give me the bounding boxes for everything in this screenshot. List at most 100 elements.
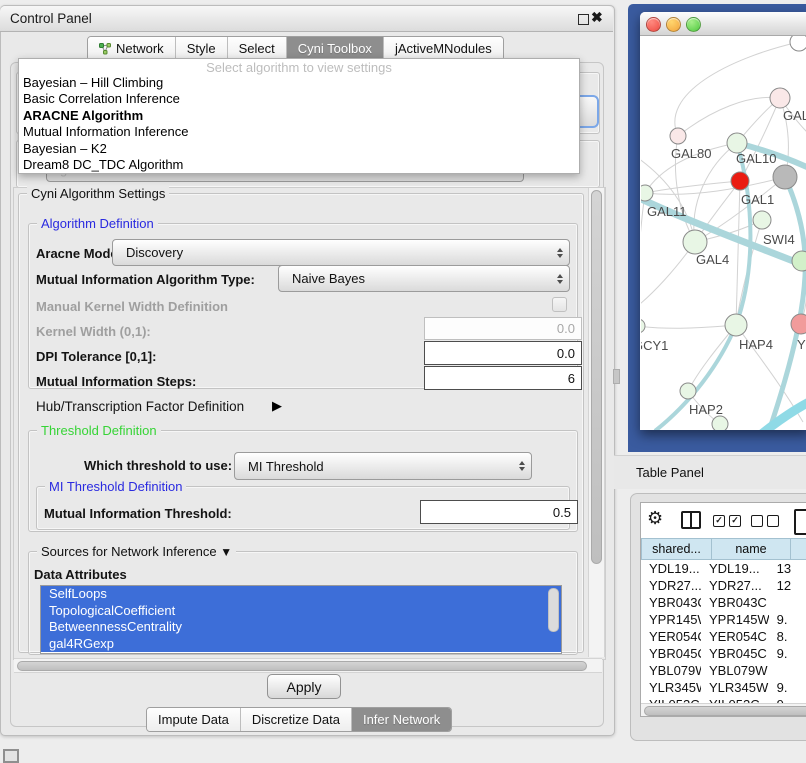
table-horizontal-scrollbar[interactable] [641,703,806,717]
manual-kernel-checkbox[interactable] [552,297,567,312]
deselect-all-icon[interactable] [751,515,763,527]
import-table-icon[interactable] [794,509,806,535]
node-label-y: Y [797,337,806,352]
columns-icon[interactable] [681,511,701,529]
algorithm-option-bayesian-hill-climbing[interactable]: Bayesian – Hill Climbing [19,75,579,91]
table-toolbar: ⚙ ✓ ✓ [641,503,806,537]
network-node[interactable] [712,416,728,430]
zoom-traffic-light[interactable] [686,17,701,32]
network-node-gal4[interactable] [683,230,707,254]
list-scrollbar[interactable] [548,588,559,632]
mi-type-label: Mutual Information Algorithm Type: [36,272,255,287]
node-label-gal: GAL [783,108,806,123]
manual-kernel-label: Manual Kernel Width Definition [36,299,228,314]
close-icon[interactable]: ✖ [591,9,603,26]
splitter-handle[interactable] [613,369,620,384]
node-label-gal80: GAL80 [671,146,711,161]
algorithm-option-basic-correlation-inference[interactable]: Basic Correlation Inference [19,91,579,107]
select-all-check-icon[interactable]: ✓ [713,515,725,527]
minimize-traffic-light[interactable] [666,17,681,32]
attribute-item-betweennesscentrality[interactable]: BetweennessCentrality [41,619,561,636]
network-node[interactable] [790,36,806,51]
node-label-gcy1: GCY1 [641,338,668,353]
network-node[interactable] [773,165,797,189]
network-node-swi4[interactable] [792,251,806,271]
tab-select[interactable]: Select [227,37,286,60]
node-label-gal10: GAL10 [736,151,776,166]
hub-definition-label: Hub/Transcription Factor Definition [36,399,244,414]
tab-cyni-toolbox[interactable]: Cyni Toolbox [286,37,383,60]
table-row[interactable]: YIL052CYIL052C9 [641,696,806,703]
network-node-hap4[interactable] [725,314,747,336]
network-node-hap2[interactable] [680,383,696,399]
algorithm-option-bayesian-k2[interactable]: Bayesian – K2 [19,141,579,157]
table-row[interactable]: YDR27...YDR27...12 [641,577,806,594]
column-header-name[interactable]: name [712,538,791,560]
algorithm-option-aracne-algorithm[interactable]: ARACNE Algorithm [19,108,579,124]
panel-grip-icon[interactable] [3,749,19,763]
network-node-gal10[interactable] [727,133,747,153]
network-titlebar[interactable] [640,12,806,36]
node-label-hap4: HAP4 [739,337,773,352]
network-node-gal80[interactable] [670,128,686,144]
float-panel-icon[interactable] [578,14,589,25]
tab-network[interactable]: Network [88,37,175,60]
dpi-tolerance-field[interactable]: 0.0 [424,341,582,365]
mi-type-combo[interactable]: Naive Bayes [278,265,570,292]
network-node[interactable] [731,172,749,190]
expand-right-icon[interactable]: ▶ [272,398,282,414]
kernel-width-label: Kernel Width (0,1): [36,324,151,339]
threshold-definition-title: Threshold Definition [37,423,161,438]
which-threshold-label: Which threshold to use: [84,458,232,473]
dropdown-prompt: Select algorithm to view settings [19,59,579,75]
table-row[interactable]: YBR043CYBR043C [641,594,806,611]
network-node-gal11[interactable] [641,185,653,201]
node-label-gal1: GAL1 [741,192,774,207]
attribute-item-gal4rgexp[interactable]: gal4RGexp [41,636,561,653]
network-node-gcy1[interactable] [641,319,645,333]
tab-discretize-data[interactable]: Discretize Data [240,708,351,731]
settings-vertical-scrollbar[interactable] [588,188,605,657]
algorithm-option-mutual-information-inference[interactable]: Mutual Information Inference [19,124,579,140]
attribute-item-topologicalcoefficient[interactable]: TopologicalCoefficient [41,603,561,620]
tab-impute-data[interactable]: Impute Data [147,708,240,731]
table-row[interactable]: YPR145WYPR145W9. [641,611,806,628]
table-row[interactable]: YDL19...YDL19...13 [641,560,806,577]
combo-arrows-icon [551,274,569,284]
column-header-shared[interactable]: shared... [641,538,712,560]
aracne-mode-combo[interactable]: Discovery [112,239,570,266]
table-row[interactable]: YBL079WYBL079W [641,662,806,679]
network-icon [99,43,111,55]
tab-style[interactable]: Style [175,37,227,60]
table-panel-title: Table Panel [636,465,704,480]
settings-horizontal-scrollbar[interactable] [14,658,602,673]
tab-jactivemnodules[interactable]: jActiveMNodules [383,37,503,60]
mi-threshold-field[interactable]: 0.5 [420,500,578,524]
network-node-gal1[interactable] [753,211,771,229]
control-panel-titlebar[interactable] [0,6,613,32]
apply-button[interactable]: Apply [267,674,341,699]
table-row[interactable]: YBR045CYBR045C9. [641,645,806,662]
table-row[interactable]: YER054CYER054C8. [641,628,806,645]
network-node-gal[interactable] [770,88,790,108]
kernel-width-field[interactable]: 0.0 [424,317,582,340]
sources-title: Sources for Network Inference ▼ [37,544,236,559]
close-traffic-light[interactable] [646,17,661,32]
table-rows: YDL19...YDL19...13YDR27...YDR27...12YBR0… [641,560,806,703]
node-label-swi4: SWI4 [763,232,795,247]
deselect-all-icon-2[interactable] [767,515,779,527]
collapse-down-icon[interactable]: ▼ [220,545,232,559]
table-row[interactable]: YLR345WYLR345W9. [641,679,806,696]
gear-icon[interactable]: ⚙ [647,508,663,529]
network-canvas[interactable]: GALGAL80GAL10GAL1GAL11GAL4SWI4GCY1HAP4YH… [641,36,806,430]
data-attributes-label: Data Attributes [34,567,127,582]
attribute-item-selfloops[interactable]: SelfLoops [41,586,561,603]
which-threshold-combo[interactable]: MI Threshold [234,452,532,480]
aracne-mode-value: Discovery [113,245,183,260]
algorithm-option-dream8-dc-tdc-algorithm[interactable]: Dream8 DC_TDC Algorithm [19,157,579,173]
tab-infer-network[interactable]: Infer Network [351,708,451,731]
select-all-check-icon-2[interactable]: ✓ [729,515,741,527]
column-header-value[interactable] [791,538,806,560]
network-node-y[interactable] [791,314,806,334]
mi-steps-field[interactable]: 6 [424,366,582,390]
